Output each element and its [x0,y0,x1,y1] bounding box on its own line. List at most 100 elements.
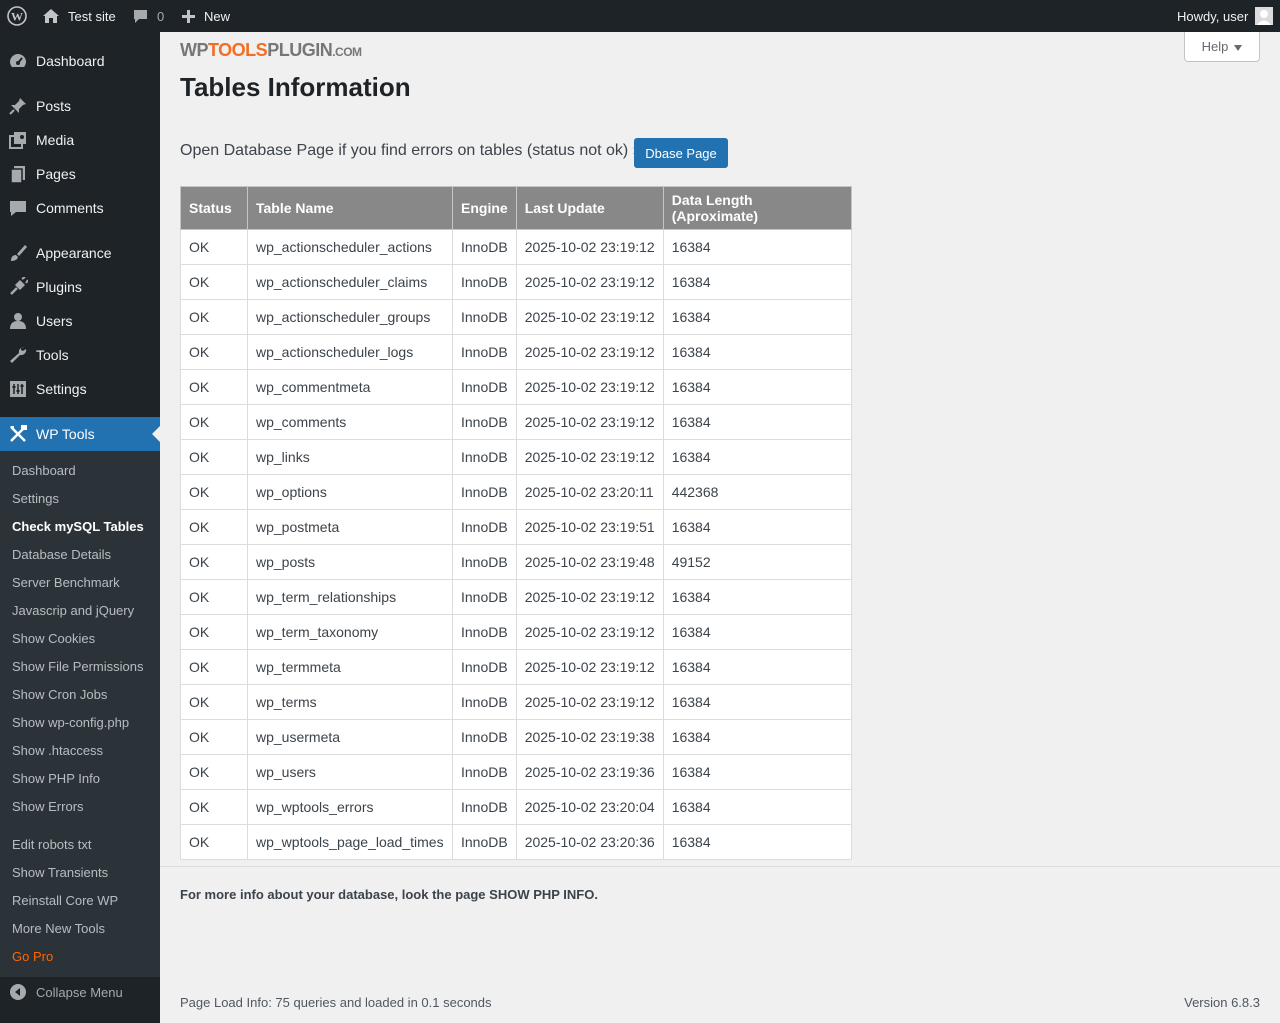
menu-tools[interactable]: Tools [0,338,160,372]
cell-engine: InnoDB [452,229,517,265]
cell-table-name: wp_wptools_page_load_times [247,824,453,860]
cell-engine: InnoDB [452,649,517,685]
table-row: OK wp_usermeta InnoDB 2025-10-02 23:19:38 16… [180,719,852,755]
intro-text: Open Database Page if you find errors on… [180,142,642,159]
admin-sidebar: Dashboard Posts Media Pages Comments App… [0,32,160,1023]
cell-engine: InnoDB [452,789,517,825]
wptools-plugin-logo: WPTOOLSPLUGIN.COM [180,40,362,60]
menu-media[interactable]: Media [0,123,160,157]
cell-table-name: wp_commentmeta [247,369,453,405]
table-row: OK wp_wptools_errors InnoDB 2025-10-02 23:2… [180,789,852,825]
cell-last-update: 2025-10-02 23:19:12 [515,264,664,300]
new-content-link[interactable]: New [182,0,230,32]
column-header-table-name: Table Name [247,186,453,230]
column-header-last-update: Last Update [515,186,664,230]
cell-table-name: wp_actionscheduler_claims [247,264,453,300]
submenu-database-details[interactable]: Database Details [12,547,111,562]
menu-dashboard[interactable]: Dashboard [0,44,160,78]
menu-settings[interactable]: Settings [0,372,160,406]
site-home-link[interactable]: Test site [42,0,116,32]
cell-last-update: 2025-10-02 23:19:12 [515,649,664,685]
dbase-page-button[interactable]: Dbase Page [634,138,728,168]
table-row: OK wp_actionscheduler_claims InnoDB 2025-10… [180,264,852,300]
cell-status: OK [180,474,248,510]
submenu-show-php-info[interactable]: Show PHP Info [12,771,100,786]
cell-last-update: 2025-10-02 23:19:36 [515,754,664,790]
cell-status: OK [180,754,248,790]
cell-engine: InnoDB [452,474,517,510]
submenu-show-htaccess[interactable]: Show .htaccess [12,743,103,758]
account-menu[interactable]: Howdy, user [1177,0,1274,32]
collapse-icon [8,982,28,1002]
submenu-show-cookies[interactable]: Show Cookies [12,631,95,646]
submenu-more-new-tools[interactable]: More New Tools [12,921,105,936]
table-row: OK wp_terms InnoDB 2025-10-02 23:19:12 16384 [180,684,852,720]
cell-engine: InnoDB [452,754,517,790]
submenu-show-transients[interactable]: Show Transients [12,865,108,880]
dashboard-icon [8,51,28,71]
cell-last-update: 2025-10-02 23:19:48 [515,544,664,580]
table-header-row: Status Table Name Engine Last Update Dat… [180,186,852,230]
cell-data-length: 16384 [662,404,852,440]
collapse-menu-button[interactable]: Collapse Menu [0,975,160,1009]
cell-table-name: wp_termmeta [247,649,453,685]
comments-link[interactable]: 0 [133,0,164,32]
submenu-reinstall-core-wp[interactable]: Reinstall Core WP [12,893,118,908]
cell-engine: InnoDB [452,439,517,475]
submenu-edit-robots-txt[interactable]: Edit robots txt [12,837,91,852]
submenu-show-errors[interactable]: Show Errors [12,799,84,814]
cell-status: OK [180,614,248,650]
cell-data-length: 16384 [662,229,852,265]
cell-last-update: 2025-10-02 23:19:38 [515,719,664,755]
cell-table-name: wp_comments [247,404,453,440]
wrench-icon [8,345,28,365]
table-row: OK wp_links InnoDB 2025-10-02 23:19:12 16384 [180,439,852,475]
cell-status: OK [180,579,248,615]
cell-status: OK [180,264,248,300]
submenu-show-file-permissions[interactable]: Show File Permissions [12,659,144,674]
submenu-dashboard[interactable]: Dashboard [12,463,76,478]
menu-pages[interactable]: Pages [0,157,160,191]
wordpress-logo-icon[interactable]: W [7,0,27,32]
menu-posts[interactable]: Posts [0,89,160,123]
cell-status: OK [180,439,248,475]
submenu-server-benchmark[interactable]: Server Benchmark [12,575,120,590]
menu-wp-tools[interactable]: WP Tools [0,417,160,451]
cell-last-update: 2025-10-02 23:19:12 [515,614,664,650]
cell-table-name: wp_term_taxonomy [247,614,453,650]
menu-users[interactable]: Users [0,304,160,338]
wp-tools-submenu: Dashboard Settings Check mySQL Tables Da… [0,451,160,977]
table-row: OK wp_actionscheduler_groups InnoDB 2025-10… [180,299,852,335]
menu-appearance[interactable]: Appearance [0,236,160,270]
cell-table-name: wp_actionscheduler_groups [247,299,453,335]
table-row: OK wp_comments InnoDB 2025-10-02 23:19:12 16… [180,404,852,440]
cell-status: OK [180,824,248,860]
submenu-show-cron-jobs[interactable]: Show Cron Jobs [12,687,107,702]
submenu-check-mysql-tables[interactable]: Check mySQL Tables [12,519,144,534]
column-header-status: Status [180,186,248,230]
cell-last-update: 2025-10-02 23:19:12 [515,684,664,720]
cell-engine: InnoDB [452,824,517,860]
cell-data-length: 442368 [662,474,852,510]
settings-icon [8,379,28,399]
help-button[interactable]: Help [1184,32,1260,62]
cell-table-name: wp_wptools_errors [247,789,453,825]
submenu-go-pro[interactable]: Go Pro [12,949,53,964]
cell-data-length: 16384 [662,649,852,685]
menu-comments[interactable]: Comments [0,191,160,225]
cell-table-name: wp_users [247,754,453,790]
avatar [1255,7,1274,25]
submenu-settings[interactable]: Settings [12,491,59,506]
tools-icon [8,424,28,444]
page-title: Tables Information [180,72,411,102]
cell-last-update: 2025-10-02 23:19:12 [515,439,664,475]
more-info-text: For more info about your database, look … [180,887,598,902]
menu-plugins[interactable]: Plugins [0,270,160,304]
cell-data-length: 16384 [662,439,852,475]
cell-engine: InnoDB [452,544,517,580]
cell-data-length: 16384 [662,579,852,615]
submenu-javascript-jquery[interactable]: Javascrip and jQuery [12,603,134,618]
cell-status: OK [180,404,248,440]
cell-table-name: wp_links [247,439,453,475]
submenu-show-wp-config[interactable]: Show wp-config.php [12,715,129,730]
